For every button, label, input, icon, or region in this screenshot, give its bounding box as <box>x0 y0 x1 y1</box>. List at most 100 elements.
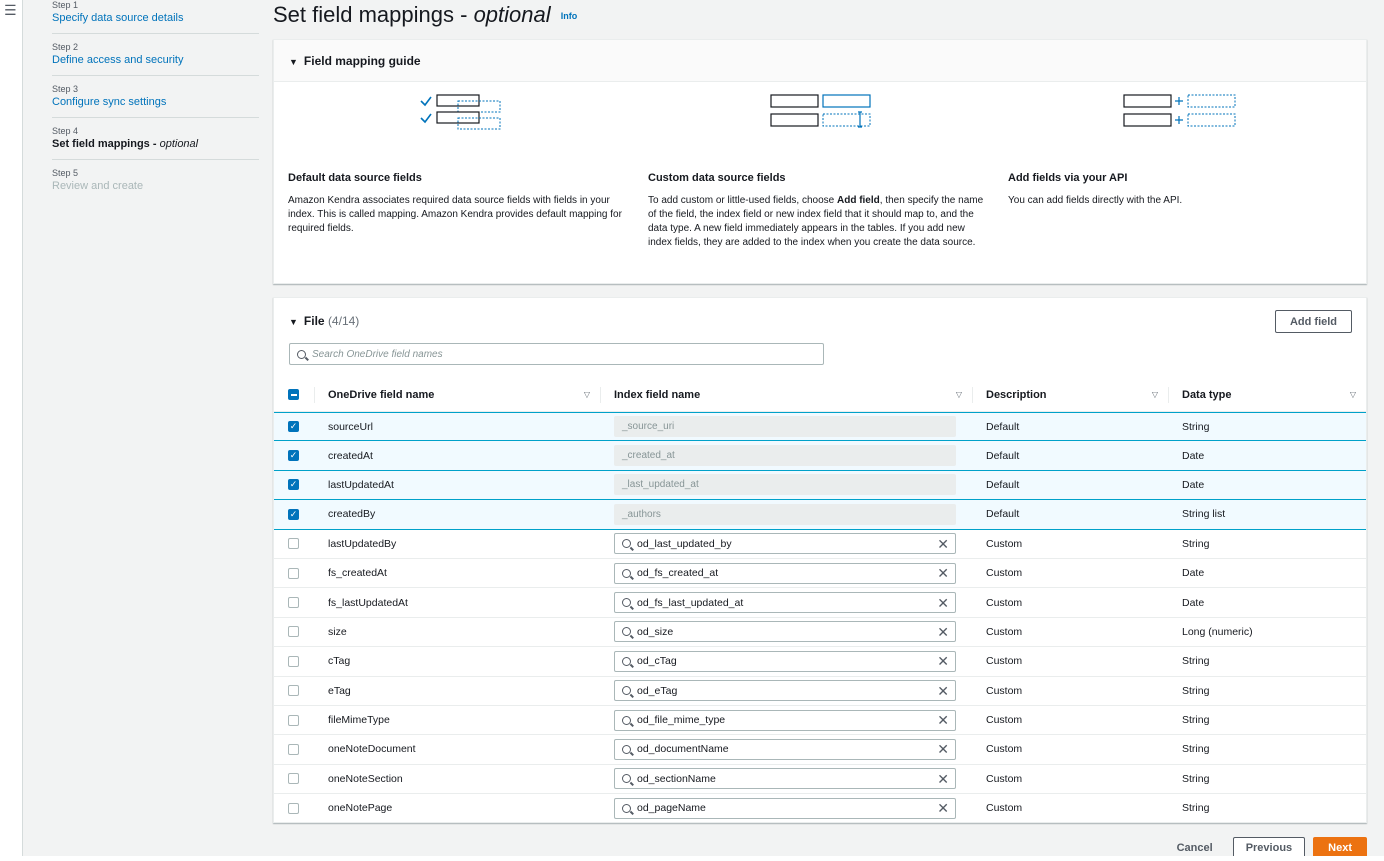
close-icon[interactable]: ✕ <box>937 713 949 727</box>
step-link-access-security[interactable]: Define access and security <box>52 53 259 67</box>
table-row[interactable]: ✓ lastUpdatedAt _last_updated_at Default Dat… <box>274 470 1366 501</box>
close-icon[interactable]: ✕ <box>937 742 949 756</box>
close-icon[interactable]: ✕ <box>937 684 949 698</box>
onedrive-field-name: oneNoteSection <box>328 772 403 785</box>
close-icon[interactable]: ✕ <box>937 772 949 786</box>
row-checkbox[interactable]: ✓ <box>288 450 299 462</box>
table-row[interactable]: cTag od_cTag ✕ Custom String <box>274 647 1366 677</box>
row-checkbox[interactable] <box>288 685 299 697</box>
onedrive-field-name: eTag <box>328 684 351 697</box>
index-field-select[interactable]: od_fs_last_updated_at ✕ <box>614 592 956 614</box>
close-icon[interactable]: ✕ <box>937 625 949 639</box>
row-checkbox[interactable] <box>288 655 299 667</box>
sort-icon[interactable]: ▽ <box>1350 390 1356 399</box>
table-row[interactable]: fileMimeType od_file_mime_type ✕ Custom Stri… <box>274 706 1366 736</box>
table-row[interactable]: lastUpdatedBy od_last_updated_by ✕ Custom St… <box>274 530 1366 559</box>
row-checkbox[interactable] <box>288 802 299 814</box>
step-current-suffix: optional <box>159 138 199 150</box>
data-type-cell: Date <box>1182 478 1205 491</box>
sort-icon[interactable]: ▽ <box>956 390 962 399</box>
table-row[interactable]: fs_createdAt od_fs_created_at ✕ Custom Date <box>274 559 1366 589</box>
field-search-box[interactable] <box>289 343 824 365</box>
index-field-readonly: _created_at <box>614 445 956 467</box>
row-checkbox[interactable]: ✓ <box>288 421 299 433</box>
table-row[interactable]: ✓ createdBy _authors Default String list <box>274 500 1366 530</box>
table-row[interactable]: oneNoteDocument od_documentName ✕ Custom Str… <box>274 735 1366 765</box>
guide-col-text: To add custom or little-used fields, cho… <box>648 194 988 250</box>
info-link[interactable]: Info <box>561 11 578 21</box>
table-row[interactable]: ✓ createdAt _created_at Default Date <box>274 441 1366 471</box>
index-field-select[interactable]: od_documentName ✕ <box>614 738 956 760</box>
step-link-sync-settings[interactable]: Configure sync settings <box>52 95 259 109</box>
data-type-cell: String list <box>1182 508 1226 521</box>
column-header-data-type[interactable]: Data type ▽ <box>1168 378 1366 412</box>
table-row[interactable]: ✓ sourceUrl _source_uri Default String <box>274 412 1366 442</box>
step-4: Step 4 Set field mappings - optional <box>52 126 259 160</box>
table-row[interactable]: size od_size ✕ Custom Long (numeric) <box>274 618 1366 648</box>
table-row[interactable]: oneNotePage od_pageName ✕ Custom String <box>274 794 1366 824</box>
data-type-cell: Date <box>1182 567 1205 580</box>
description-cell: Custom <box>986 537 1023 550</box>
index-field-select[interactable]: od_fs_created_at ✕ <box>614 562 956 584</box>
column-header-description[interactable]: Description ▽ <box>972 378 1168 412</box>
index-field-select[interactable]: od_eTag ✕ <box>614 680 956 702</box>
row-checkbox[interactable] <box>288 538 299 550</box>
index-field-readonly: _source_uri <box>614 416 956 438</box>
row-checkbox[interactable] <box>288 773 299 785</box>
table-row[interactable]: fs_lastUpdatedAt od_fs_last_updated_at ✕ Cu… <box>274 588 1366 618</box>
custom-mapping-illustration <box>770 94 871 128</box>
index-field-select[interactable]: od_sectionName ✕ <box>614 768 956 790</box>
close-icon[interactable]: ✕ <box>937 654 949 668</box>
row-checkbox[interactable]: ✓ <box>288 508 299 520</box>
field-search-input[interactable] <box>312 348 802 360</box>
sort-icon[interactable]: ▽ <box>1152 390 1158 399</box>
caret-down-icon[interactable]: ▼ <box>289 317 298 327</box>
close-icon[interactable]: ✕ <box>937 596 949 610</box>
row-checkbox[interactable] <box>288 567 299 579</box>
index-field-cell: _created_at <box>600 441 972 469</box>
description-cell: Custom <box>986 743 1023 756</box>
description-cell: Custom <box>986 567 1023 580</box>
column-header-label: Data type <box>1182 388 1232 401</box>
data-type-cell: Long (numeric) <box>1182 625 1253 638</box>
row-checkbox[interactable] <box>288 626 299 638</box>
index-field-select[interactable]: od_pageName ✕ <box>614 797 956 819</box>
index-field-select[interactable]: od_cTag ✕ <box>614 650 956 672</box>
description-cell: Custom <box>986 625 1023 638</box>
table-row[interactable]: oneNoteSection od_sectionName ✕ Custom Strin… <box>274 765 1366 795</box>
select-all-checkbox[interactable] <box>288 389 299 400</box>
column-header-label: Description <box>986 388 1047 401</box>
index-field-cell: od_last_updated_by ✕ <box>600 530 972 558</box>
table-body: ✓ sourceUrl _source_uri Default String ✓ creat… <box>274 412 1366 824</box>
add-field-button[interactable]: Add field <box>1275 310 1352 333</box>
row-checkbox[interactable]: ✓ <box>288 479 299 491</box>
caret-down-icon[interactable]: ▼ <box>289 57 298 67</box>
search-icon <box>622 598 631 608</box>
row-checkbox[interactable] <box>288 597 299 609</box>
index-field-select[interactable]: od_last_updated_by ✕ <box>614 533 956 555</box>
hamburger-icon[interactable]: ☰ <box>4 3 17 17</box>
column-header-index-field[interactable]: Index field name ▽ <box>600 378 972 412</box>
data-type-cell: String <box>1182 420 1210 433</box>
row-checkbox[interactable] <box>288 714 299 726</box>
page-title-text: Set field mappings - <box>273 2 468 27</box>
row-checkbox-cell <box>274 618 314 646</box>
search-icon <box>622 803 631 813</box>
index-field-value: od_sectionName <box>637 772 716 785</box>
index-field-select[interactable]: od_size ✕ <box>614 621 956 643</box>
close-icon[interactable]: ✕ <box>937 801 949 815</box>
data-type-cell: String <box>1182 537 1210 550</box>
description-cell: Default <box>986 449 1020 462</box>
table-row[interactable]: eTag od_eTag ✕ Custom String <box>274 677 1366 706</box>
index-field-select[interactable]: od_file_mime_type ✕ <box>614 709 956 731</box>
column-header-onedrive-field[interactable]: OneDrive field name ▽ <box>314 378 600 412</box>
step-link-specify-data-source[interactable]: Specify data source details <box>52 11 259 25</box>
close-icon[interactable]: ✕ <box>937 566 949 580</box>
row-checkbox[interactable] <box>288 743 299 755</box>
column-header-label: OneDrive field name <box>328 388 435 401</box>
sort-icon[interactable]: ▽ <box>584 390 590 399</box>
guide-panel-header[interactable]: ▼ Field mapping guide <box>274 40 1366 82</box>
close-icon[interactable]: ✕ <box>937 537 949 551</box>
description-cell: Default <box>986 478 1020 491</box>
file-panel-header[interactable]: ▼ File (4/14) Add field <box>274 298 1366 346</box>
